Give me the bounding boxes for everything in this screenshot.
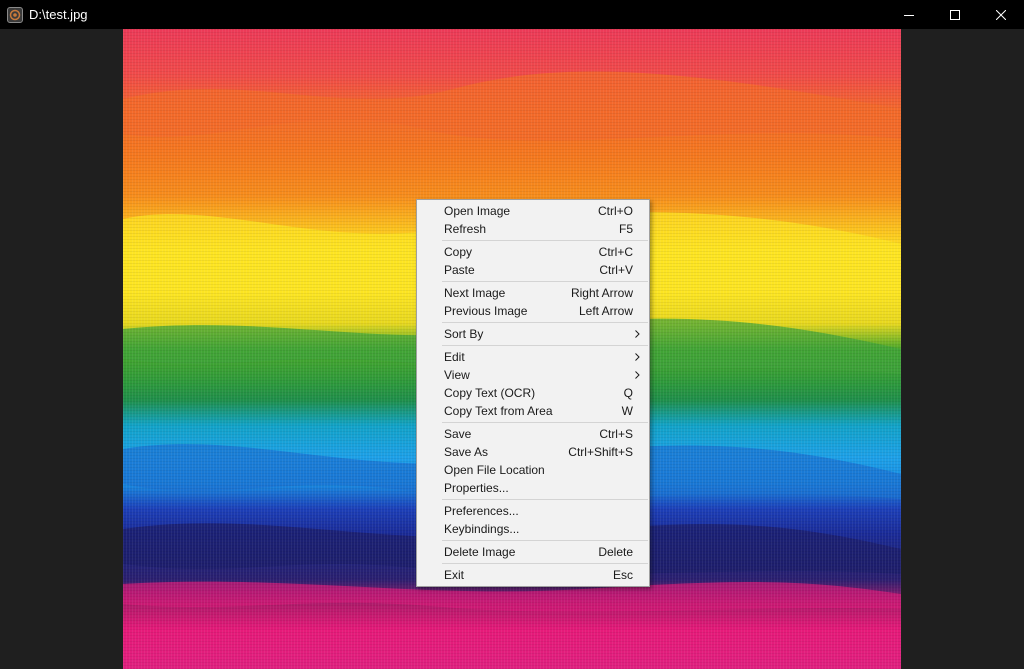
chevron-right-icon <box>635 325 640 343</box>
menu-separator <box>442 345 648 346</box>
menu-item-shortcut: Ctrl+S <box>599 427 633 441</box>
menu-item-keybindings[interactable]: Keybindings... <box>417 520 649 538</box>
menu-item-next-image[interactable]: Next Image Right Arrow <box>417 284 649 302</box>
menu-item-save[interactable]: Save Ctrl+S <box>417 425 649 443</box>
image-viewer-window: D:\test.jpg Open Image Ctrl+O Refresh F5… <box>0 0 1024 669</box>
menu-item-label: Properties... <box>444 481 509 495</box>
menu-item-label: Preferences... <box>444 504 519 518</box>
menu-item-label: Edit <box>444 350 465 364</box>
menu-item-delete-image[interactable]: Delete Image Delete <box>417 543 649 561</box>
menu-separator <box>442 322 648 323</box>
maximize-icon <box>950 9 960 20</box>
chevron-right-icon <box>635 348 640 366</box>
maximize-button[interactable] <box>932 0 978 29</box>
menu-item-label: Sort By <box>444 327 484 341</box>
menu-item-shortcut: Ctrl+V <box>599 263 633 277</box>
menu-item-copy-text-from-area[interactable]: Copy Text from Area W <box>417 402 649 420</box>
menu-item-refresh[interactable]: Refresh F5 <box>417 220 649 238</box>
menu-item-paste[interactable]: Paste Ctrl+V <box>417 261 649 279</box>
menu-item-label: Keybindings... <box>444 522 520 536</box>
menu-item-copy-text-ocr[interactable]: Copy Text (OCR) Q <box>417 384 649 402</box>
menu-item-shortcut: W <box>621 404 633 418</box>
menu-item-label: Refresh <box>444 222 487 236</box>
menu-item-edit[interactable]: Edit <box>417 348 649 366</box>
menu-item-label: Copy <box>444 245 473 259</box>
menu-item-shortcut: Ctrl+C <box>598 245 633 259</box>
menu-item-shortcut: Delete <box>598 545 633 559</box>
menu-item-copy[interactable]: Copy Ctrl+C <box>417 243 649 261</box>
chevron-right-icon <box>635 366 640 384</box>
menu-item-view[interactable]: View <box>417 366 649 384</box>
menu-item-shortcut: Q <box>623 386 633 400</box>
menu-item-label: Next Image <box>444 286 506 300</box>
context-menu: Open Image Ctrl+O Refresh F5 Copy Ctrl+C Paste… <box>416 199 650 587</box>
menu-item-shortcut: F5 <box>618 222 633 236</box>
menu-separator <box>442 281 648 282</box>
window-title: D:\test.jpg <box>29 7 88 22</box>
menu-item-properties[interactable]: Properties... <box>417 479 649 497</box>
menu-item-shortcut: Esc <box>612 568 633 582</box>
menu-separator <box>442 563 648 564</box>
menu-item-preferences[interactable]: Preferences... <box>417 502 649 520</box>
menu-separator <box>442 540 648 541</box>
window-controls <box>886 0 1024 29</box>
menu-item-open-image[interactable]: Open Image Ctrl+O <box>417 202 649 220</box>
menu-item-label: Open File Location <box>444 463 545 477</box>
menu-item-label: Previous Image <box>444 304 528 318</box>
title-bar[interactable]: D:\test.jpg <box>0 0 1024 29</box>
menu-separator <box>442 422 648 423</box>
minimize-button[interactable] <box>886 0 932 29</box>
menu-item-label: Open Image <box>444 204 511 218</box>
menu-item-shortcut: Left Arrow <box>578 304 633 318</box>
menu-item-sort-by[interactable]: Sort By <box>417 325 649 343</box>
menu-item-label: Exit <box>444 568 465 582</box>
menu-item-label: Copy Text from Area <box>444 404 553 418</box>
menu-item-shortcut: Ctrl+O <box>597 204 633 218</box>
menu-separator <box>442 240 648 241</box>
app-icon[interactable] <box>7 6 23 23</box>
menu-item-save-as[interactable]: Save As Ctrl+Shift+S <box>417 443 649 461</box>
menu-item-exit[interactable]: Exit Esc <box>417 566 649 584</box>
minimize-icon <box>904 14 914 16</box>
menu-item-label: Delete Image <box>444 545 516 559</box>
close-button[interactable] <box>978 0 1024 29</box>
menu-separator <box>442 499 648 500</box>
menu-item-label: Paste <box>444 263 475 277</box>
menu-item-label: Copy Text (OCR) <box>444 386 536 400</box>
menu-item-open-file-location[interactable]: Open File Location <box>417 461 649 479</box>
menu-item-shortcut: Ctrl+Shift+S <box>568 445 633 459</box>
menu-item-previous-image[interactable]: Previous Image Left Arrow <box>417 302 649 320</box>
menu-item-label: Save As <box>444 445 489 459</box>
close-icon <box>996 9 1006 20</box>
menu-item-shortcut: Right Arrow <box>570 286 633 300</box>
menu-item-label: View <box>444 368 470 382</box>
menu-item-label: Save <box>444 427 472 441</box>
